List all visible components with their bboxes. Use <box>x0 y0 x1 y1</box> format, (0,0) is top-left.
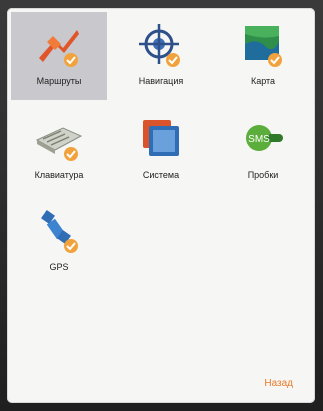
map-tile[interactable]: Карта <box>215 12 311 100</box>
keyboard-tile[interactable]: Клавиатура <box>11 106 107 194</box>
routes-tile[interactable]: Маршруты <box>11 12 107 100</box>
routes-label: Маршруты <box>36 76 82 86</box>
svg-text:SMS: SMS <box>248 134 270 145</box>
navigation-label: Навигация <box>138 76 184 86</box>
traffic-label: Пробки <box>247 170 279 180</box>
gps-label: GPS <box>49 262 69 272</box>
system-label: Система <box>142 170 180 180</box>
navigation-tile[interactable]: Навигация <box>113 12 209 100</box>
system-tile[interactable]: Система <box>113 106 209 194</box>
system-windows-icon <box>135 114 187 166</box>
map-label: Карта <box>250 76 276 86</box>
gps-satellite-icon <box>33 206 85 258</box>
gps-tile[interactable]: GPS <box>11 198 107 286</box>
keyboard-label: Клавиатура <box>34 170 84 180</box>
route-pin-icon <box>33 20 85 72</box>
map-icon <box>237 20 289 72</box>
back-button[interactable]: Назад <box>264 378 293 389</box>
crosshair-target-icon <box>135 20 187 72</box>
traffic-tile[interactable]: SMS Пробки <box>215 106 311 194</box>
main-menu-panel: Маршруты Навигация Карта Клавиатура Сист… <box>7 8 315 403</box>
keyboard-icon <box>33 114 85 166</box>
traffic-sms-icon: SMS <box>237 114 289 166</box>
